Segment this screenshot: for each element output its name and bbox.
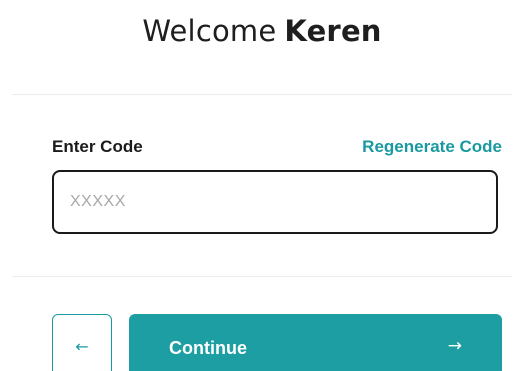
code-input[interactable] xyxy=(52,170,498,234)
continue-button[interactable]: Continue → xyxy=(129,314,502,371)
login-code-page: Welcome Keren Enter Code Regenerate Code … xyxy=(0,0,524,371)
welcome-greeting: Welcome xyxy=(142,14,277,48)
arrow-left-icon: ← xyxy=(75,337,89,356)
arrow-right-icon: → xyxy=(447,336,462,356)
regenerate-code-link[interactable]: Regenerate Code xyxy=(362,137,502,157)
enter-code-label: Enter Code xyxy=(52,137,143,156)
page-title: Welcome Keren xyxy=(0,14,524,48)
back-button[interactable]: ← xyxy=(52,314,112,371)
user-name: Keren xyxy=(284,14,382,48)
divider-bottom xyxy=(12,276,512,277)
code-label-row: Enter Code Regenerate Code xyxy=(52,137,502,159)
divider-top xyxy=(12,94,512,95)
continue-label: Continue xyxy=(169,338,247,358)
